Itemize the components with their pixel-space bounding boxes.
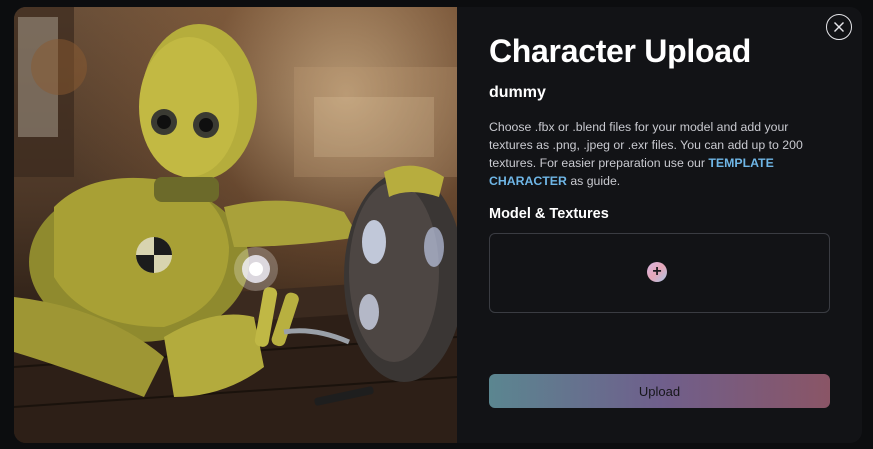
close-icon (834, 22, 844, 32)
close-button[interactable] (826, 14, 852, 40)
character-upload-modal: Character Upload dummy Choose .fbx or .b… (14, 7, 862, 443)
model-textures-label: Model & Textures (489, 206, 609, 222)
crash-test-dummy-illustration (14, 7, 457, 443)
upload-button[interactable]: Upload (489, 374, 830, 408)
page-title: Character Upload (489, 33, 751, 69)
description-suffix: as guide. (570, 174, 621, 188)
model-textures-dropzone[interactable]: + (489, 233, 830, 313)
illustration-svg (14, 7, 457, 443)
plus-icon[interactable]: + (647, 262, 667, 282)
upload-panel: Character Upload dummy Choose .fbx or .b… (457, 7, 862, 443)
upload-description: Choose .fbx or .blend files for your mod… (489, 118, 809, 190)
character-name: dummy (489, 84, 546, 101)
